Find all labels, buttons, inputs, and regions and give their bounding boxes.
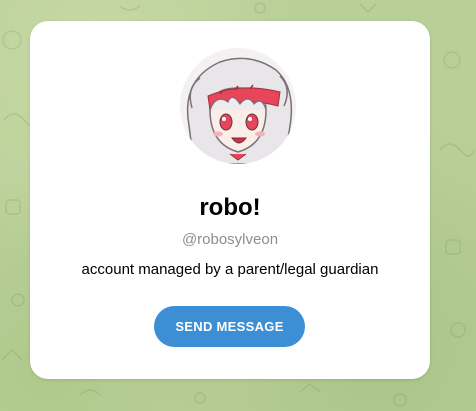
send-message-button[interactable]: SEND MESSAGE [154, 306, 305, 347]
profile-bio: account managed by a parent/legal guardi… [81, 261, 379, 278]
profile-username: @robosylveon [181, 231, 279, 248]
anime-character-avatar-icon [180, 48, 296, 164]
profile-card: robo! @robosylveon account managed by a … [30, 21, 430, 379]
profile-name: robo! [199, 194, 261, 221]
avatar[interactable] [180, 48, 296, 164]
